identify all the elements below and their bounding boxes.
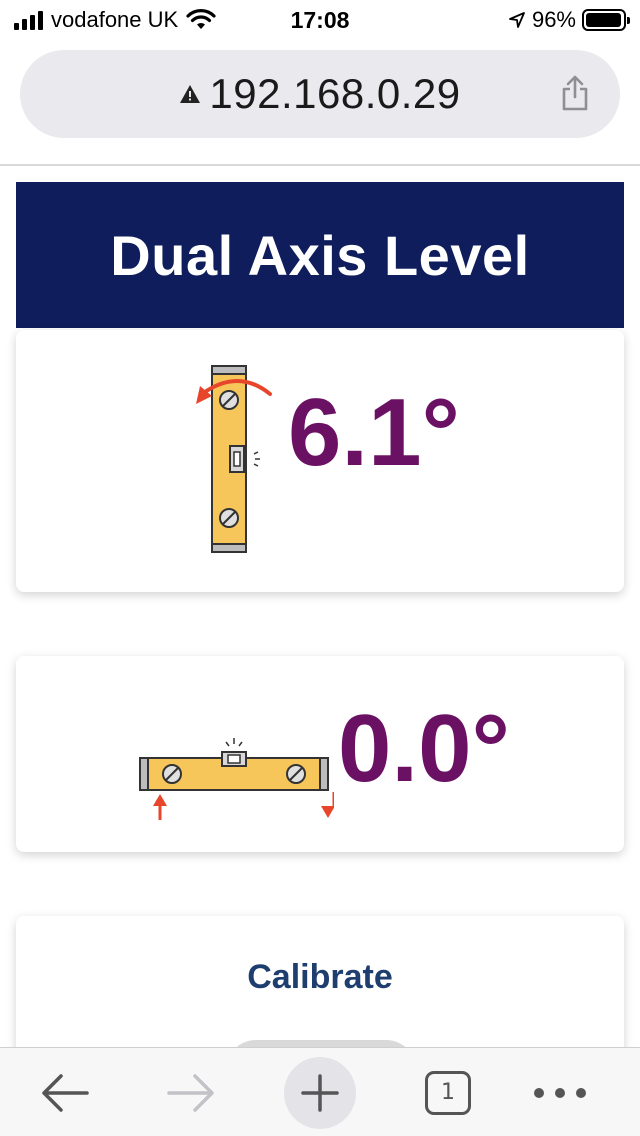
calibrate-heading: Calibrate: [247, 958, 393, 996]
battery-icon: [582, 9, 630, 31]
battery-fill: [586, 13, 621, 27]
more-dots-icon: [534, 1087, 586, 1098]
location-arrow-icon: [509, 12, 525, 28]
forward-button[interactable]: [156, 1048, 226, 1136]
back-button[interactable]: [30, 1048, 100, 1136]
roll-card: 6.1°: [16, 330, 624, 592]
new-tab-circle[interactable]: [284, 1056, 356, 1129]
header-banner: Dual Axis Level: [16, 182, 624, 328]
tab-count: 1: [441, 1080, 455, 1105]
more-button[interactable]: [530, 1048, 590, 1136]
horizontal-spirit-level-tilt-icon: [139, 738, 334, 820]
tabs-icon: 1: [425, 1070, 471, 1115]
status-right: 96%: [508, 7, 630, 33]
browser-toolbar: 1: [0, 1047, 640, 1136]
new-tab-button[interactable]: [284, 1048, 356, 1136]
status-bar: vodafone UK 17:08 96%: [0, 0, 640, 40]
browser-divider: [0, 164, 640, 166]
address-bar[interactable]: 192.168.0.29: [20, 50, 620, 138]
url-display[interactable]: 192.168.0.29: [179, 70, 460, 118]
battery-percent: 96%: [531, 7, 576, 32]
back-arrow-icon: [42, 1073, 89, 1112]
page-title: Dual Axis Level: [110, 223, 530, 287]
warning-triangle-icon: [180, 85, 201, 103]
pitch-angle-value: 0.0°: [338, 695, 510, 802]
vertical-spirit-level-rotate-icon: [196, 365, 272, 553]
forward-arrow-icon: [167, 1073, 214, 1112]
plus-icon: [301, 1073, 339, 1112]
url-text[interactable]: 192.168.0.29: [209, 70, 460, 118]
roll-angle-value: 6.1°: [288, 379, 460, 486]
tabs-button[interactable]: 1: [420, 1048, 476, 1136]
share-icon[interactable]: [560, 74, 590, 112]
pitch-card: 0.0°: [16, 656, 624, 852]
